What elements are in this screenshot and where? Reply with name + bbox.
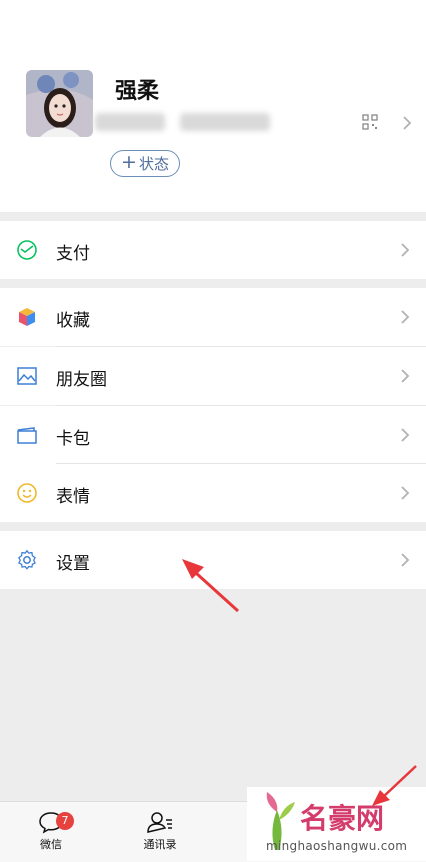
moments-picture-icon	[17, 367, 37, 385]
status-label: 状态	[138, 155, 169, 173]
card-wallet-icon	[17, 427, 37, 444]
profile-header[interactable]: 强柔 + 状态	[0, 0, 426, 212]
menu-label: 收藏	[56, 311, 90, 331]
add-status-button[interactable]: + 状态	[110, 150, 180, 177]
menu-label: 卡包	[56, 429, 90, 449]
menu-label: 表情	[56, 487, 90, 507]
menu-item-pay[interactable]: 支付	[0, 221, 426, 279]
wechat-id-blurred	[95, 113, 165, 131]
avatar[interactable]	[26, 70, 93, 137]
menu-item-favorites[interactable]: 收藏	[0, 288, 426, 346]
chevron-right-icon	[401, 428, 410, 442]
smiley-icon	[17, 483, 37, 503]
chevron-right-icon	[401, 486, 410, 500]
qr-code-icon[interactable]	[362, 114, 378, 130]
tab-contacts[interactable]: 通讯录	[130, 810, 190, 852]
annotation-arrow	[182, 559, 240, 613]
tab-label: 微信	[40, 838, 62, 851]
chevron-right-icon	[403, 116, 412, 130]
menu-item-stickers[interactable]: 表情	[0, 464, 426, 522]
plus-icon: +	[121, 151, 137, 173]
chevron-right-icon	[401, 369, 410, 383]
tab-chats[interactable]: 微信 7	[21, 810, 81, 852]
unread-badge: 7	[56, 812, 74, 830]
annotation-arrow-small	[372, 765, 417, 806]
chevron-right-icon	[401, 553, 410, 567]
menu-label: 设置	[56, 554, 90, 574]
gear-icon	[18, 549, 36, 570]
menu-item-moments[interactable]: 朋友圈	[0, 347, 426, 405]
contacts-icon	[147, 812, 172, 833]
watermark-url: minghaoshangwu.com	[266, 839, 408, 853]
chevron-right-icon	[401, 310, 410, 324]
wechat-id-blurred-2	[180, 113, 270, 131]
profile-name: 强柔	[115, 79, 160, 104]
chevron-right-icon	[401, 243, 410, 257]
favorites-cube-icon	[19, 308, 35, 326]
menu-label: 支付	[56, 244, 90, 264]
tab-label: 通讯录	[143, 838, 177, 851]
menu-item-cards[interactable]: 卡包	[0, 406, 426, 464]
menu-label: 朋友圈	[56, 370, 107, 390]
pay-icon	[17, 240, 37, 260]
